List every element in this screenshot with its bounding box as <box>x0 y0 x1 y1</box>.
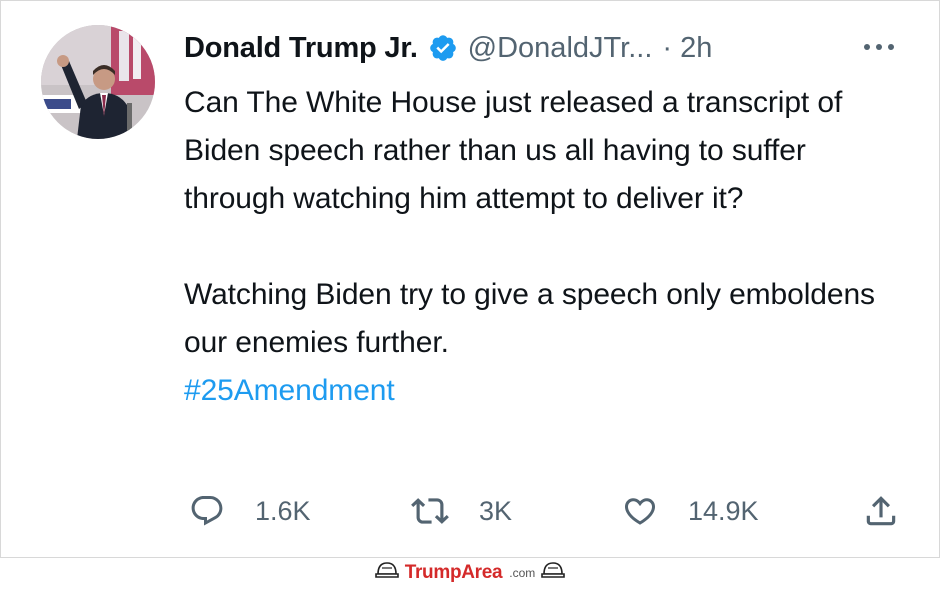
cap-right-icon <box>541 560 566 585</box>
avatar-image <box>41 25 155 139</box>
meta-separator: · <box>662 31 673 64</box>
retweet-icon <box>411 492 449 530</box>
tweet-paragraph-2: Watching Biden try to give a speech only… <box>184 278 875 359</box>
brand-name: TrumpArea <box>404 561 503 583</box>
share-button[interactable] <box>862 488 900 534</box>
avatar[interactable] <box>41 25 155 139</box>
watermark-footer: TrumpArea .com <box>0 556 940 589</box>
reply-icon <box>189 493 225 529</box>
author-display-name[interactable]: Donald Trump Jr. <box>184 32 418 65</box>
like-count: 14.9K <box>688 495 759 526</box>
brand-suffix: .com <box>509 565 536 580</box>
verified-badge-icon <box>428 33 458 63</box>
tweet-header: Donald Trump Jr. @DonaldJTr... · 2h <box>184 28 712 68</box>
tweet-text: Can The White House just released a tran… <box>184 79 904 415</box>
author-handle[interactable]: @DonaldJTr... <box>468 32 653 65</box>
tweet-actions: 1.6K 3K 14.9K <box>184 488 904 534</box>
share-icon <box>862 492 900 530</box>
tweet-card: Donald Trump Jr. @DonaldJTr... · 2h Can … <box>0 0 940 558</box>
reply-count: 1.6K <box>255 495 311 526</box>
retweet-count: 3K <box>479 495 513 526</box>
tweet-paragraph-1: Can The White House just released a tran… <box>184 86 843 215</box>
like-button[interactable]: 14.9K <box>622 488 759 534</box>
more-horizontal-icon[interactable] <box>859 37 899 57</box>
cap-left-icon <box>374 560 399 585</box>
tweet-timestamp[interactable]: 2h <box>680 32 712 65</box>
hashtag-link[interactable]: #25Amendment <box>184 374 395 407</box>
brand-logo: TrumpArea .com <box>374 560 566 585</box>
reply-button[interactable]: 1.6K <box>189 488 311 534</box>
retweet-button[interactable]: 3K <box>411 488 512 534</box>
heart-icon <box>622 493 658 529</box>
